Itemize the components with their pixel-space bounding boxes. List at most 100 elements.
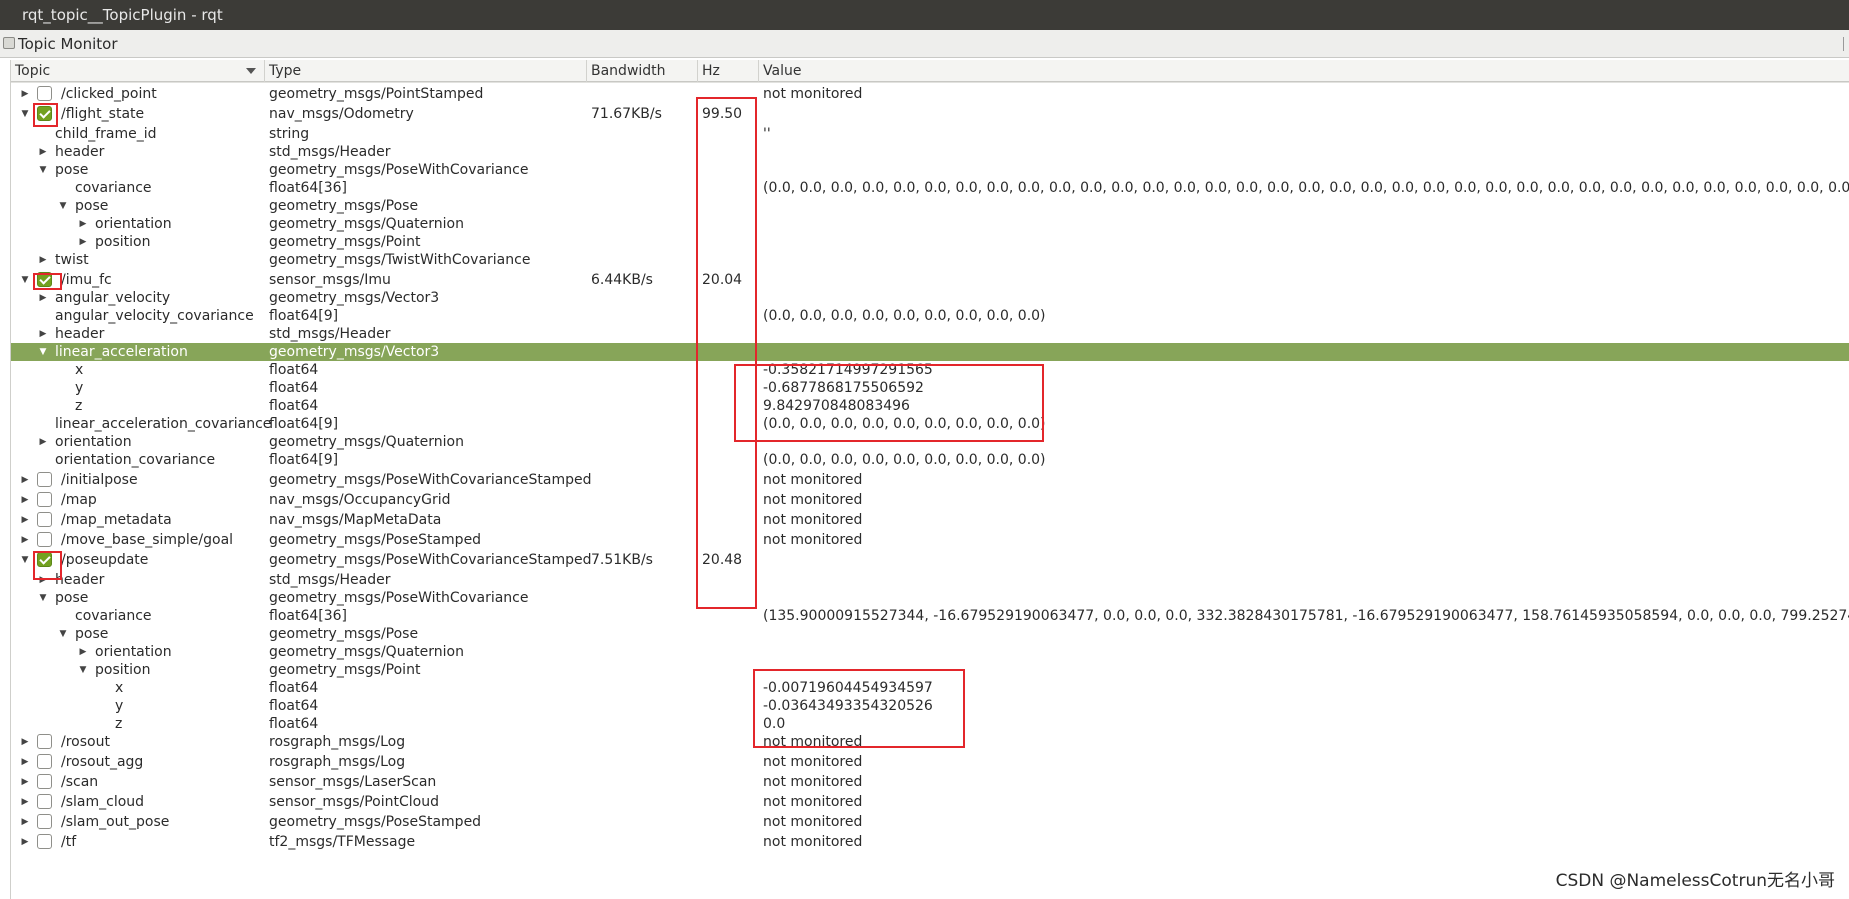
expand-down-icon[interactable]: ▼ <box>37 589 49 607</box>
expand-right-icon[interactable]: ▶ <box>77 233 89 251</box>
type-cell: tf2_msgs/TFMessage <box>269 834 416 850</box>
value-cell: '' <box>763 126 771 142</box>
table-row[interactable]: x float64 -0.00719604454934597 <box>11 679 1849 697</box>
table-row[interactable]: ▶ /map nav_msgs/OccupancyGrid not monitored <box>11 491 1849 509</box>
topic-tree[interactable]: Topic Type Bandwidth Hz Value ▶ /clicked_… <box>10 60 1849 899</box>
table-row[interactable]: ▶ /tf tf2_msgs/TFMessage not monitored <box>11 833 1849 851</box>
table-row[interactable]: ▶ /map_metadata nav_msgs/MapMetaData not mo… <box>11 511 1849 529</box>
expand-right-icon[interactable]: ▶ <box>19 511 31 529</box>
expand-right-icon[interactable]: ▶ <box>19 85 31 103</box>
expand-right-icon[interactable]: ▶ <box>37 251 49 269</box>
table-row[interactable]: ▼ /imu_fc sensor_msgs/Imu 6.44KB/s 20.04 <box>11 271 1849 289</box>
table-row[interactable]: ▼ pose geometry_msgs/Pose <box>11 197 1849 215</box>
table-row[interactable]: ▼ pose geometry_msgs/PoseWithCovariance <box>11 161 1849 179</box>
table-row[interactable]: ▶ orientation geometry_msgs/Quaternion <box>11 433 1849 451</box>
expand-right-icon[interactable]: ▶ <box>19 773 31 791</box>
column-header-value[interactable]: Value <box>759 60 1849 82</box>
expand-right-icon[interactable]: ▶ <box>37 325 49 343</box>
expand-down-icon[interactable]: ▼ <box>19 271 31 289</box>
column-header-bandwidth[interactable]: Bandwidth <box>587 60 698 82</box>
topic-checkbox[interactable] <box>37 774 52 789</box>
topic-checkbox[interactable] <box>37 492 52 507</box>
expand-down-icon[interactable]: ▼ <box>37 161 49 179</box>
expand-right-icon[interactable]: ▶ <box>19 753 31 771</box>
table-row[interactable]: y float64 -0.03643493354320526 <box>11 697 1849 715</box>
column-header-hz[interactable]: Hz <box>698 60 759 82</box>
expand-right-icon[interactable]: ▶ <box>19 733 31 751</box>
expand-down-icon[interactable]: ▼ <box>19 551 31 569</box>
table-row[interactable]: z float64 0.0 <box>11 715 1849 733</box>
expand-right-icon[interactable]: ▶ <box>77 215 89 233</box>
topic-checkbox[interactable] <box>37 834 52 849</box>
table-row[interactable]: ▼ pose geometry_msgs/Pose <box>11 625 1849 643</box>
topic-checkbox[interactable] <box>37 794 52 809</box>
expand-right-icon[interactable]: ▶ <box>37 571 49 589</box>
table-row[interactable]: ▼ /flight_state nav_msgs/Odometry 71.67KB/s… <box>11 105 1849 123</box>
expand-right-icon[interactable]: ▶ <box>19 793 31 811</box>
expand-right-icon[interactable]: ▶ <box>77 643 89 661</box>
table-row[interactable]: ▶ /scan sensor_msgs/LaserScan not monitored <box>11 773 1849 791</box>
table-row[interactable]: ▶ /slam_out_pose geometry_msgs/PoseStamped… <box>11 813 1849 831</box>
table-row[interactable]: child_frame_id string '' <box>11 125 1849 143</box>
value-cell: not monitored <box>763 814 863 830</box>
table-row[interactable]: ▼ linear_acceleration geometry_msgs/Vector… <box>11 343 1849 361</box>
topic-checkbox[interactable] <box>37 512 52 527</box>
table-row[interactable]: ▶ /clicked_point geometry_msgs/PointStampe… <box>11 85 1849 103</box>
table-row[interactable]: z float64 9.842970848083496 <box>11 397 1849 415</box>
expand-right-icon[interactable]: ▶ <box>19 531 31 549</box>
table-row[interactable]: ▼ position geometry_msgs/Point <box>11 661 1849 679</box>
table-row[interactable]: ▼ pose geometry_msgs/PoseWithCovariance <box>11 589 1849 607</box>
topic-checkbox[interactable] <box>37 754 52 769</box>
topic-label: /poseupdate <box>61 552 149 568</box>
table-row[interactable]: covariance float64[36] (0.0, 0.0, 0.0, 0.0… <box>11 179 1849 197</box>
table-row[interactable]: ▶ /move_base_simple/goal geometry_msgs/Pos… <box>11 531 1849 549</box>
table-row[interactable]: linear_acceleration_covariance float64[9]… <box>11 415 1849 433</box>
topic-checkbox[interactable] <box>37 272 52 287</box>
topic-checkbox[interactable] <box>37 814 52 829</box>
window-titlebar: rqt_topic__TopicPlugin - rqt <box>0 0 1849 30</box>
expand-down-icon[interactable]: ▼ <box>37 343 49 361</box>
table-row[interactable]: x float64 -0.35821714997291565 <box>11 361 1849 379</box>
expand-down-icon[interactable]: ▼ <box>19 105 31 123</box>
expand-right-icon[interactable]: ▶ <box>19 813 31 831</box>
expand-right-icon[interactable]: ▶ <box>37 289 49 307</box>
expand-right-icon[interactable]: ▶ <box>19 833 31 851</box>
table-row[interactable]: ▶ angular_velocity geometry_msgs/Vector3 <box>11 289 1849 307</box>
table-row[interactable]: ▶ orientation geometry_msgs/Quaternion <box>11 643 1849 661</box>
value-cell: 9.842970848083496 <box>763 398 910 414</box>
panel-handle-icon[interactable] <box>1843 37 1849 51</box>
table-row[interactable]: angular_velocity_covariance float64[9] (0.… <box>11 307 1849 325</box>
topic-checkbox[interactable] <box>37 552 52 567</box>
table-row[interactable]: ▶ /rosout rosgraph_msgs/Log not monitored <box>11 733 1849 751</box>
expand-down-icon[interactable]: ▼ <box>57 197 69 215</box>
expand-down-icon[interactable]: ▼ <box>57 625 69 643</box>
table-row[interactable]: ▶ orientation geometry_msgs/Quaternion <box>11 215 1849 233</box>
table-row[interactable]: ▶ header std_msgs/Header <box>11 143 1849 161</box>
table-row[interactable]: covariance float64[36] (135.90000915527344… <box>11 607 1849 625</box>
topic-checkbox[interactable] <box>37 106 52 121</box>
topic-checkbox[interactable] <box>37 472 52 487</box>
expand-right-icon[interactable]: ▶ <box>19 491 31 509</box>
table-row[interactable]: y float64 -0.6877868175506592 <box>11 379 1849 397</box>
table-row[interactable]: ▶ /initialpose geometry_msgs/PoseWithCovar… <box>11 471 1849 489</box>
table-row[interactable]: ▼ /poseupdate geometry_msgs/PoseWithCovari… <box>11 551 1849 569</box>
topic-checkbox[interactable] <box>37 734 52 749</box>
table-row[interactable]: ▶ /slam_cloud sensor_msgs/PointCloud not mo… <box>11 793 1849 811</box>
hz-cell: 20.04 <box>702 272 743 288</box>
table-row[interactable]: orientation_covariance float64[9] (0.0, 0.… <box>11 451 1849 469</box>
expand-right-icon[interactable]: ▶ <box>19 471 31 489</box>
expand-right-icon[interactable]: ▶ <box>37 433 49 451</box>
table-row[interactable]: ▶ header std_msgs/Header <box>11 325 1849 343</box>
topic-checkbox[interactable] <box>37 86 52 101</box>
value-cell: -0.6877868175506592 <box>763 380 924 396</box>
column-header-topic[interactable]: Topic <box>11 60 265 82</box>
table-row[interactable]: ▶ /rosout_agg rosgraph_msgs/Log not monitor… <box>11 753 1849 771</box>
table-row[interactable]: ▶ position geometry_msgs/Point <box>11 233 1849 251</box>
hz-cell: 99.50 <box>702 106 743 122</box>
table-row[interactable]: ▶ header std_msgs/Header <box>11 571 1849 589</box>
table-row[interactable]: ▶ twist geometry_msgs/TwistWithCovariance <box>11 251 1849 269</box>
expand-down-icon[interactable]: ▼ <box>77 661 89 679</box>
expand-right-icon[interactable]: ▶ <box>37 143 49 161</box>
topic-checkbox[interactable] <box>37 532 52 547</box>
column-header-type[interactable]: Type <box>265 60 587 82</box>
